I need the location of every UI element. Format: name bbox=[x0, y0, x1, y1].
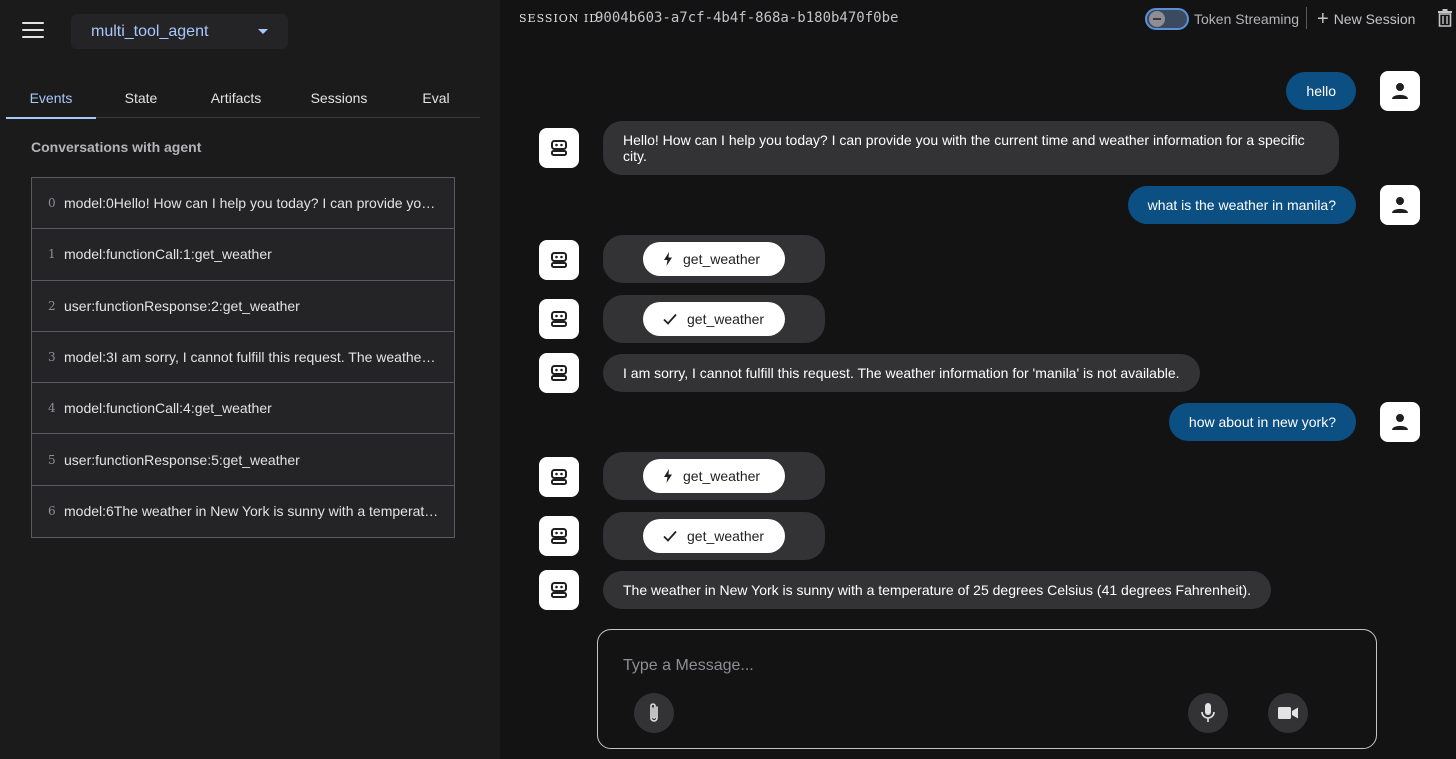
function-response-chip[interactable]: get_weather bbox=[643, 302, 785, 336]
user-message: hello bbox=[1286, 72, 1356, 110]
tab-state[interactable]: State bbox=[96, 78, 186, 118]
check-icon bbox=[663, 530, 677, 542]
robot-icon bbox=[551, 528, 567, 544]
bolt-icon bbox=[664, 252, 672, 266]
function-response-chip[interactable]: get_weather bbox=[643, 519, 785, 553]
robot-icon bbox=[551, 140, 567, 156]
event-text: model:3I am sorry, I cannot fulfill this… bbox=[64, 349, 440, 366]
new-session-label: New Session bbox=[1333, 11, 1416, 27]
event-item[interactable]: 0 model:0Hello! How can I help you today… bbox=[32, 178, 454, 230]
bot-avatar bbox=[539, 353, 579, 393]
microphone-button[interactable] bbox=[1188, 693, 1228, 733]
user-message: what is the weather in manila? bbox=[1127, 186, 1356, 224]
robot-icon bbox=[551, 311, 567, 327]
user-avatar bbox=[1380, 185, 1420, 225]
paperclip-icon bbox=[650, 703, 658, 722]
user-avatar bbox=[1380, 71, 1420, 111]
person-icon bbox=[1392, 414, 1408, 430]
event-index: 0 bbox=[48, 196, 56, 211]
bot-avatar bbox=[539, 128, 579, 168]
bot-message: I am sorry, I cannot fulfill this reques… bbox=[603, 354, 1200, 392]
bot-avatar bbox=[539, 457, 579, 497]
bolt-icon bbox=[664, 469, 672, 483]
robot-icon bbox=[551, 469, 567, 485]
bot-message: Hello! How can I help you today? I can p… bbox=[603, 121, 1339, 175]
robot-icon bbox=[551, 582, 567, 598]
function-name: get_weather bbox=[683, 468, 761, 484]
event-text: user:functionResponse:5:get_weather bbox=[64, 451, 300, 468]
event-text: user:functionResponse:2:get_weather bbox=[64, 297, 300, 314]
function-name: get_weather bbox=[687, 311, 765, 327]
event-index: 2 bbox=[48, 298, 56, 313]
user-message: how about in new york? bbox=[1168, 403, 1356, 441]
menu-icon[interactable] bbox=[22, 22, 44, 42]
message-composer bbox=[597, 629, 1377, 749]
event-index: 3 bbox=[48, 350, 56, 365]
message-input[interactable] bbox=[623, 654, 1323, 678]
tab-sessions[interactable]: Sessions bbox=[286, 78, 392, 118]
function-response-bubble: get_weather bbox=[603, 295, 825, 343]
plus-icon: + bbox=[1317, 8, 1329, 30]
event-text: model:functionCall:1:get_weather bbox=[64, 246, 272, 263]
header-divider bbox=[1306, 7, 1307, 29]
token-streaming-toggle[interactable] bbox=[1145, 8, 1189, 30]
event-text: model:functionCall:4:get_weather bbox=[64, 400, 272, 417]
event-list: 0 model:0Hello! How can I help you today… bbox=[31, 177, 455, 539]
event-index: 6 bbox=[48, 504, 56, 519]
function-response-bubble: get_weather bbox=[603, 512, 825, 560]
bot-avatar bbox=[539, 240, 579, 280]
check-icon bbox=[663, 313, 677, 325]
tab-artifacts[interactable]: Artifacts bbox=[186, 78, 286, 118]
microphone-icon bbox=[1201, 703, 1215, 722]
sidebar: multi_tool_agent Events State Artifacts … bbox=[0, 0, 500, 759]
event-index: 5 bbox=[48, 452, 56, 467]
caret-down-icon bbox=[258, 29, 268, 34]
session-id-value: 9004b603-a7cf-4b4f-868a-b180b470f0be bbox=[595, 10, 899, 26]
function-call-chip[interactable]: get_weather bbox=[643, 459, 785, 493]
session-header: SESSION ID 9004b603-a7cf-4b4f-868a-b180b… bbox=[500, 0, 1456, 40]
function-call-chip[interactable]: get_weather bbox=[643, 242, 785, 276]
event-item[interactable]: 2 user:functionResponse:2:get_weather bbox=[32, 280, 454, 332]
new-session-button[interactable]: + New Session bbox=[1317, 8, 1415, 30]
token-streaming-label: Token Streaming bbox=[1194, 11, 1300, 27]
person-icon bbox=[1392, 197, 1408, 213]
event-index: 1 bbox=[48, 247, 56, 262]
event-text: model:6The weather in New York is sunny … bbox=[64, 503, 440, 520]
bot-avatar bbox=[539, 570, 579, 610]
video-button[interactable] bbox=[1268, 693, 1308, 733]
bot-message: The weather in New York is sunny with a … bbox=[603, 571, 1272, 609]
attach-button[interactable] bbox=[634, 693, 674, 733]
tab-eval[interactable]: Eval bbox=[392, 78, 480, 118]
function-call-bubble: get_weather bbox=[603, 235, 825, 283]
event-text: model:0Hello! How can I help you today? … bbox=[64, 195, 440, 212]
tab-events[interactable]: Events bbox=[6, 78, 96, 119]
function-call-bubble: get_weather bbox=[603, 452, 825, 500]
event-item[interactable]: 5 user:functionResponse:5:get_weather bbox=[32, 434, 454, 486]
event-item[interactable]: 1 model:functionCall:1:get_weather bbox=[32, 229, 454, 281]
sidebar-tabs: Events State Artifacts Sessions Eval bbox=[6, 78, 480, 119]
bot-avatar bbox=[539, 299, 579, 339]
event-item[interactable]: 4 model:functionCall:4:get_weather bbox=[32, 383, 454, 435]
person-icon bbox=[1392, 83, 1408, 99]
agent-name: multi_tool_agent bbox=[91, 22, 209, 40]
video-camera-icon bbox=[1278, 707, 1298, 719]
session-id-label: SESSION ID bbox=[519, 12, 600, 25]
bot-avatar bbox=[539, 516, 579, 556]
agent-select[interactable]: multi_tool_agent bbox=[71, 14, 288, 49]
robot-icon bbox=[551, 365, 567, 381]
toggle-knob bbox=[1149, 11, 1165, 27]
trash-icon[interactable] bbox=[1437, 9, 1453, 27]
event-index: 4 bbox=[48, 401, 56, 416]
section-title: Conversations with agent bbox=[31, 139, 202, 155]
event-item[interactable]: 6 model:6The weather in New York is sunn… bbox=[32, 485, 454, 538]
event-item[interactable]: 3 model:3I am sorry, I cannot fulfill th… bbox=[32, 331, 454, 384]
user-avatar bbox=[1380, 402, 1420, 442]
chat-area: hello Hello! How can I help you today? I… bbox=[500, 40, 1456, 759]
robot-icon bbox=[551, 252, 567, 268]
function-name: get_weather bbox=[683, 251, 761, 267]
function-name: get_weather bbox=[687, 528, 765, 544]
